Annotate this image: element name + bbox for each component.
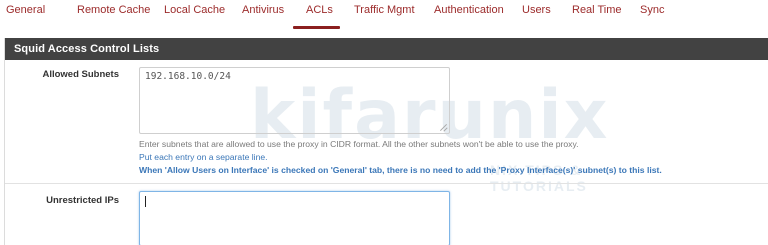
allowed-subnets-help-1: Enter subnets that are allowed to use th…	[139, 139, 579, 149]
tab-general[interactable]: General	[6, 3, 45, 17]
tab-authentication[interactable]: Authentication	[434, 3, 504, 17]
panel-title: Squid Access Control Lists	[5, 38, 768, 60]
tab-traffic-mgmt[interactable]: Traffic Mgmt	[354, 3, 415, 17]
acl-panel: Squid Access Control Lists Allowed Subne…	[4, 38, 768, 245]
unrestricted-ips-textarea[interactable]	[139, 191, 450, 245]
allowed-subnets-textarea[interactable]: 192.168.10.0/24	[139, 67, 450, 134]
tab-sync[interactable]: Sync	[640, 3, 664, 17]
tab-users[interactable]: Users	[522, 3, 551, 17]
allowed-subnets-help-2: Put each entry on a separate line.	[139, 152, 268, 162]
tab-acls[interactable]: ACLs	[306, 3, 333, 17]
tab-antivirus[interactable]: Antivirus	[242, 3, 284, 17]
resize-grip-icon[interactable]	[440, 124, 447, 131]
allowed-subnets-row: Allowed Subnets 192.168.10.0/24 Enter su…	[5, 60, 768, 184]
unrestricted-ips-label: Unrestricted IPs	[46, 195, 119, 206]
unrestricted-ips-row: Unrestricted IPs	[5, 184, 768, 245]
allowed-subnets-value: 192.168.10.0/24	[145, 71, 231, 82]
text-caret	[145, 196, 146, 207]
allowed-subnets-help-3: When 'Allow Users on Interface' is check…	[139, 165, 662, 175]
active-tab-indicator	[293, 26, 340, 29]
tab-real-time[interactable]: Real Time	[572, 3, 622, 17]
allowed-subnets-label: Allowed Subnets	[42, 69, 119, 80]
tab-local-cache[interactable]: Local Cache	[164, 3, 225, 17]
tab-remote-cache[interactable]: Remote Cache	[77, 3, 150, 17]
tab-bar: General Remote Cache Local Cache Antivir…	[0, 0, 768, 31]
